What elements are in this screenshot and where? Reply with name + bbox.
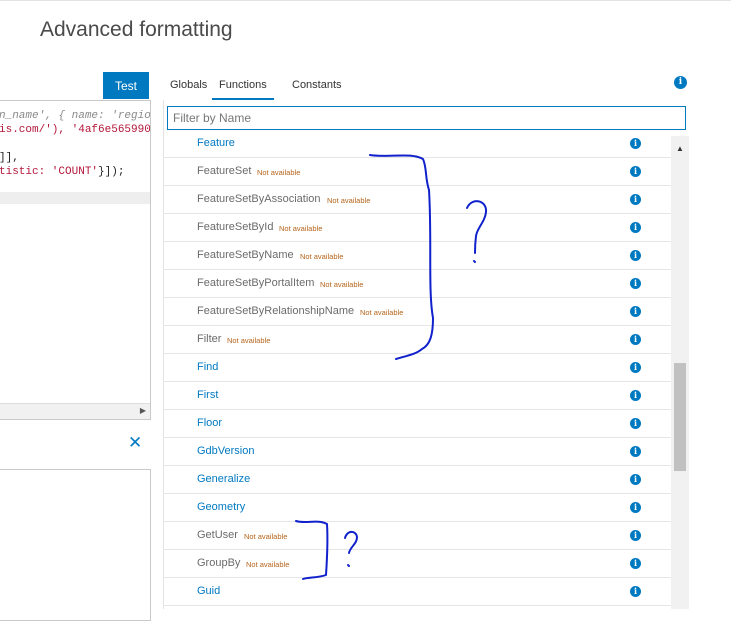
close-icon[interactable]: ✕ [128, 434, 142, 451]
info-icon[interactable]: i [630, 418, 641, 429]
tab-functions[interactable]: Functions [212, 74, 274, 100]
tab-globals[interactable]: Globals [163, 74, 214, 98]
function-row[interactable]: Filter Not available i [163, 326, 671, 354]
info-icon[interactable]: i [630, 586, 641, 597]
code-line-2: is.com/'), '4af6e565990 [0, 124, 151, 136]
top-divider [0, 0, 731, 1]
filter-input[interactable] [167, 106, 686, 130]
function-row[interactable]: GdbVersion i [163, 438, 671, 466]
function-name[interactable]: FeatureSetById [197, 221, 273, 234]
code-editor[interactable]: n_name', { name: 'regio is.com/'), '4af6… [0, 100, 151, 420]
results-panel [0, 469, 151, 621]
info-icon[interactable]: i [630, 138, 641, 149]
not-available-label: Not available [360, 308, 404, 317]
info-icon[interactable]: i [630, 250, 641, 261]
not-available-label: Not available [320, 280, 364, 289]
function-row[interactable]: Geometry i [163, 494, 671, 522]
info-icon[interactable]: i [630, 390, 641, 401]
function-row[interactable]: FeatureSet Not available i [163, 158, 671, 186]
function-row[interactable]: GroupBy Not available i [163, 550, 671, 578]
function-row[interactable]: GetUser Not available i [163, 522, 671, 550]
function-name[interactable]: FeatureSetByPortalItem [197, 277, 314, 290]
function-name[interactable]: Floor [197, 417, 222, 430]
info-icon[interactable]: i [674, 76, 687, 89]
scrollbar-thumb[interactable] [674, 363, 686, 471]
function-name[interactable]: Guid [197, 585, 220, 598]
function-row[interactable]: Find i [163, 354, 671, 382]
code-line-1: n_name', { name: 'regio [0, 110, 151, 122]
chevron-right-icon[interactable]: ▶ [140, 406, 146, 416]
function-list: Feature i FeatureSet Not available i FeatureS… [163, 130, 671, 609]
info-icon[interactable]: i [630, 222, 641, 233]
function-name[interactable]: GetUser [197, 529, 238, 542]
function-row[interactable]: FeatureSetByRelationshipName Not availabl… [163, 298, 671, 326]
not-available-label: Not available [244, 532, 288, 541]
not-available-label: Not available [300, 252, 344, 261]
function-name[interactable]: FeatureSetByName [197, 249, 294, 262]
code-line-3: ]], [0, 152, 19, 164]
function-row[interactable]: First i [163, 382, 671, 410]
tab-constants[interactable]: Constants [285, 74, 349, 98]
function-name[interactable]: FeatureSetByAssociation [197, 193, 321, 206]
function-name[interactable]: FeatureSetByRelationshipName [197, 305, 354, 318]
function-name[interactable]: Find [197, 361, 218, 374]
function-name[interactable]: Feature [197, 137, 235, 150]
function-row[interactable]: Generalize i [163, 466, 671, 494]
info-icon[interactable]: i [630, 278, 641, 289]
list-scrollbar[interactable]: ▲ [671, 136, 689, 609]
function-name[interactable]: Generalize [197, 473, 250, 486]
function-row[interactable]: FeatureSetByPortalItem Not available i [163, 270, 671, 298]
not-available-label: Not available [279, 224, 323, 233]
page-title: Advanced formatting [40, 18, 233, 41]
info-icon[interactable]: i [630, 306, 641, 317]
not-available-label: Not available [227, 336, 271, 345]
function-name[interactable]: FeatureSet [197, 165, 251, 178]
code-line-4: tistic: 'COUNT'}]); [0, 166, 125, 178]
function-name[interactable]: First [197, 389, 218, 402]
function-row[interactable]: Feature i [163, 130, 671, 158]
not-available-label: Not available [327, 196, 371, 205]
active-line-highlight [0, 192, 150, 204]
info-icon[interactable]: i [630, 530, 641, 541]
info-icon[interactable]: i [630, 558, 641, 569]
info-icon[interactable]: i [630, 446, 641, 457]
info-icon[interactable]: i [630, 474, 641, 485]
info-icon[interactable]: i [630, 502, 641, 513]
function-name[interactable]: Geometry [197, 501, 245, 514]
function-row[interactable]: FeatureSetById Not available i [163, 214, 671, 242]
function-row[interactable]: FeatureSetByName Not available i [163, 242, 671, 270]
function-row[interactable]: FeatureSetByAssociation Not available i [163, 186, 671, 214]
function-name[interactable]: Filter [197, 333, 221, 346]
info-icon[interactable]: i [630, 362, 641, 373]
function-row[interactable]: Guid i [163, 578, 671, 606]
function-row[interactable]: Floor i [163, 410, 671, 438]
info-icon[interactable]: i [630, 334, 641, 345]
editor-horizontal-scrollbar[interactable]: ▶ [0, 403, 150, 419]
function-name[interactable]: GdbVersion [197, 445, 254, 458]
info-icon[interactable]: i [630, 166, 641, 177]
not-available-label: Not available [257, 168, 301, 177]
test-button[interactable]: Test [103, 72, 149, 99]
function-name[interactable]: GroupBy [197, 557, 240, 570]
not-available-label: Not available [246, 560, 290, 569]
chevron-up-icon[interactable]: ▲ [676, 144, 684, 153]
info-icon[interactable]: i [630, 194, 641, 205]
